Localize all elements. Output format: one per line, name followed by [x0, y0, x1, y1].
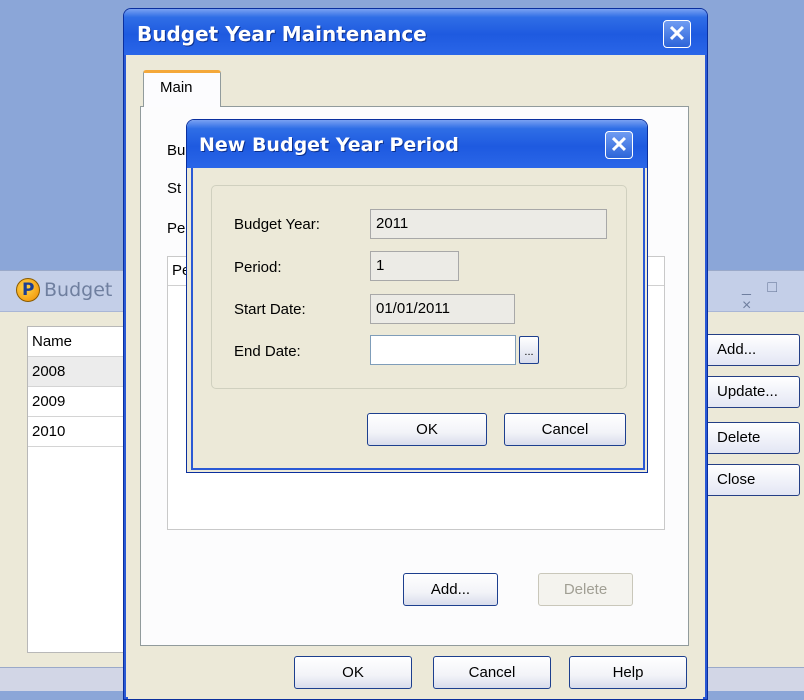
- help-button[interactable]: Help: [569, 656, 687, 689]
- end-date-label: End Date:: [234, 343, 301, 360]
- budget-window-title: Budget: [44, 279, 113, 301]
- cancel-button[interactable]: Cancel: [504, 413, 626, 446]
- close-button[interactable]: Close: [704, 464, 800, 496]
- period-label: Period:: [234, 259, 282, 276]
- period-dialog-body: Budget Year: 2011 Period: 1 Start Date: …: [191, 168, 645, 470]
- budget-year-field: 2011: [370, 209, 607, 239]
- ok-button[interactable]: OK: [367, 413, 487, 446]
- period-fields-group: Budget Year: 2011 Period: 1 Start Date: …: [211, 185, 627, 389]
- period-dialog-title: New Budget Year Period: [199, 134, 459, 156]
- ok-button[interactable]: OK: [294, 656, 412, 689]
- start-date-label: St: [167, 180, 182, 197]
- end-date-input[interactable]: [370, 335, 516, 365]
- app-logo-icon: P: [16, 278, 40, 302]
- add-period-button[interactable]: Add...: [403, 573, 498, 606]
- update-button[interactable]: Update...: [704, 376, 800, 408]
- delete-period-button[interactable]: Delete: [538, 573, 633, 606]
- new-budget-year-period-dialog: New Budget Year Period ✕ Budget Year: 20…: [186, 119, 648, 473]
- close-icon[interactable]: ✕: [663, 20, 691, 48]
- list-item[interactable]: 2009: [28, 387, 128, 417]
- window-controls[interactable]: _ □ ×: [742, 279, 804, 315]
- period-field: 1: [370, 251, 459, 281]
- start-date-field: 01/01/2011: [370, 294, 515, 324]
- budget-year-label: Budget Year:: [234, 216, 320, 233]
- list-item[interactable]: 2010: [28, 417, 128, 447]
- list-header-name[interactable]: Name: [28, 327, 128, 357]
- budget-year-list[interactable]: Name 2008 2009 2010: [27, 326, 129, 653]
- date-picker-button[interactable]: ...: [519, 336, 539, 364]
- maintenance-titlebar[interactable]: Budget Year Maintenance ✕: [124, 9, 707, 55]
- period-dialog-titlebar[interactable]: New Budget Year Period ✕: [187, 120, 647, 168]
- delete-button[interactable]: Delete: [704, 422, 800, 454]
- maintenance-title: Budget Year Maintenance: [137, 22, 427, 46]
- add-button[interactable]: Add...: [704, 334, 800, 366]
- list-item[interactable]: 2008: [28, 357, 128, 387]
- close-icon[interactable]: ✕: [605, 131, 633, 159]
- start-date-label: Start Date:: [234, 301, 306, 318]
- periods-label: Pe: [167, 220, 186, 237]
- cancel-button[interactable]: Cancel: [433, 656, 551, 689]
- tab-main[interactable]: Main: [143, 70, 221, 107]
